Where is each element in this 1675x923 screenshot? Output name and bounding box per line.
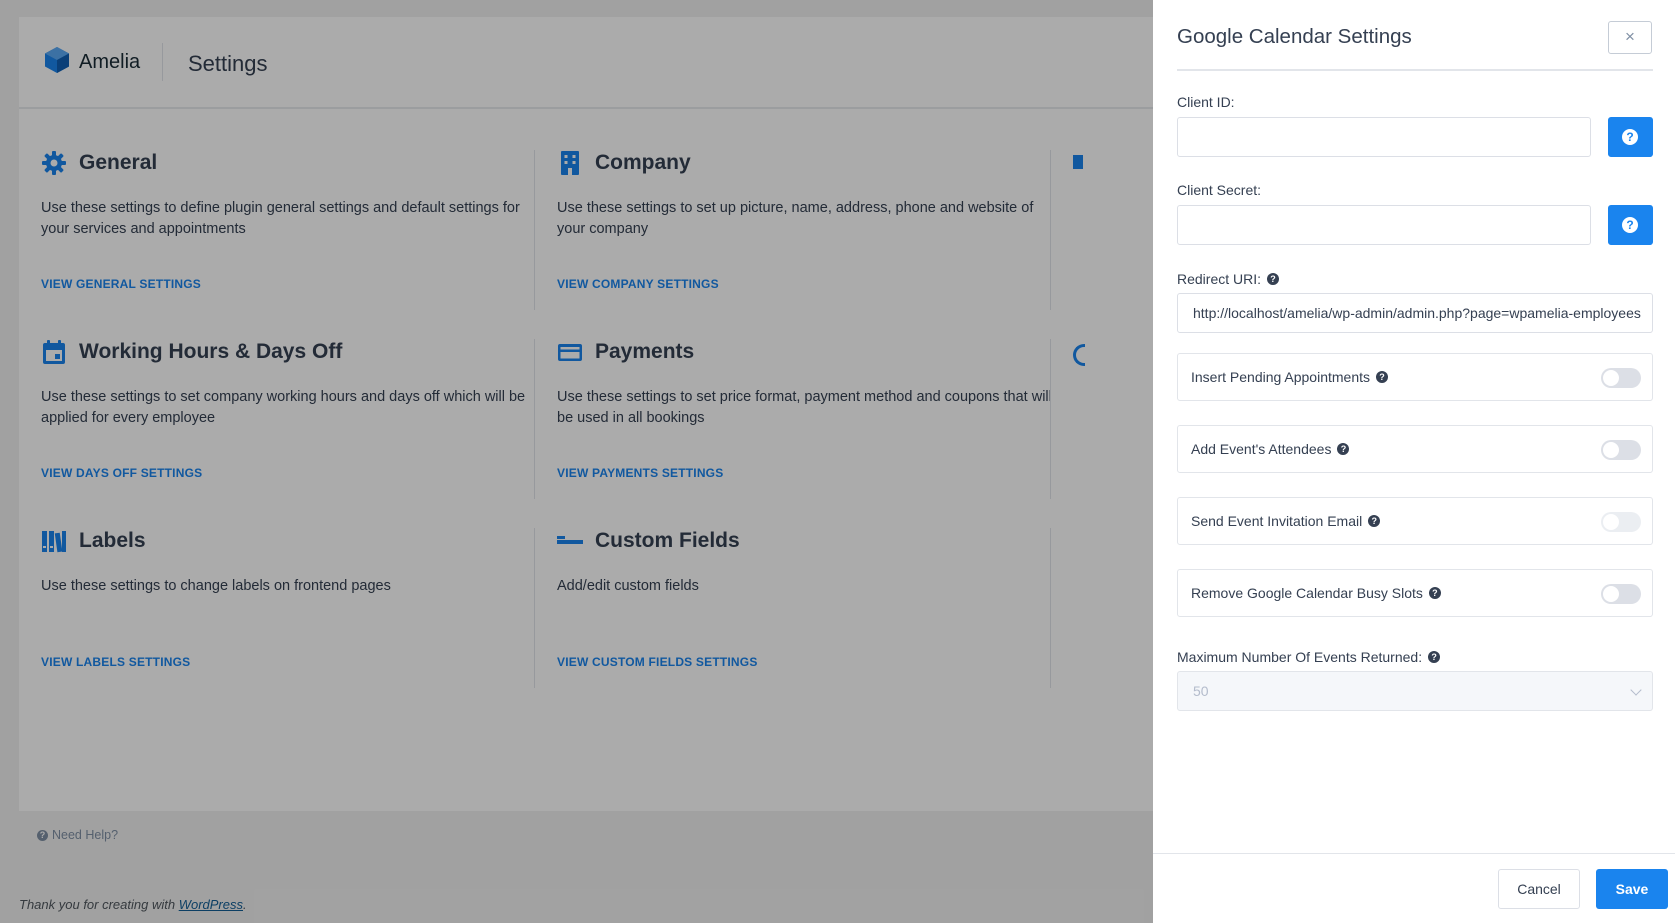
- redirect-uri-label-text: Redirect URI:: [1177, 271, 1262, 287]
- insert-pending-appointments-toggle[interactable]: [1601, 368, 1641, 388]
- client-id-label: Client ID:: [1177, 94, 1235, 110]
- insert-pending-appointments-label: Insert Pending Appointments ?: [1191, 369, 1389, 385]
- panel-footer-divider: [1153, 853, 1675, 854]
- panel-title: Google Calendar Settings: [1177, 25, 1412, 48]
- cancel-button[interactable]: Cancel: [1498, 869, 1580, 909]
- send-event-invitation-label: Send Event Invitation Email ?: [1191, 513, 1381, 529]
- client-secret-help-button[interactable]: ?: [1608, 205, 1653, 245]
- remove-busy-slots-row: Remove Google Calendar Busy Slots ?: [1177, 569, 1653, 617]
- toggle-knob: [1603, 370, 1619, 386]
- chevron-down-icon: [1630, 684, 1642, 696]
- client-secret-label: Client Secret:: [1177, 182, 1261, 198]
- toggle-label-text: Remove Google Calendar Busy Slots: [1191, 585, 1423, 601]
- max-events-label-text: Maximum Number Of Events Returned:: [1177, 649, 1423, 665]
- question-icon[interactable]: ?: [1368, 515, 1381, 527]
- redirect-uri-label: Redirect URI: ?: [1177, 271, 1280, 287]
- question-icon: ?: [1622, 217, 1638, 233]
- question-icon: ?: [1622, 129, 1638, 145]
- close-button[interactable]: ×: [1608, 21, 1652, 54]
- send-event-invitation-toggle[interactable]: [1601, 512, 1641, 532]
- toggle-label-text: Send Event Invitation Email: [1191, 513, 1363, 529]
- question-icon[interactable]: ?: [1337, 443, 1350, 455]
- remove-busy-slots-label: Remove Google Calendar Busy Slots ?: [1191, 585, 1441, 601]
- max-events-label: Maximum Number Of Events Returned: ?: [1177, 649, 1441, 665]
- max-events-select[interactable]: 50: [1177, 671, 1653, 711]
- toggle-label-text: Add Event's Attendees: [1191, 441, 1332, 457]
- toggle-knob: [1603, 514, 1619, 530]
- send-event-invitation-row: Send Event Invitation Email ?: [1177, 497, 1653, 545]
- client-secret-input[interactable]: [1177, 205, 1591, 245]
- remove-busy-slots-toggle[interactable]: [1601, 584, 1641, 604]
- question-icon[interactable]: ?: [1376, 371, 1389, 383]
- client-secret-label-text: Client Secret:: [1177, 182, 1262, 198]
- redirect-uri-field[interactable]: http://localhost/amelia/wp-admin/admin.p…: [1177, 293, 1653, 333]
- add-event-attendees-toggle[interactable]: [1601, 440, 1641, 460]
- toggle-label-text: Insert Pending Appointments: [1191, 369, 1371, 385]
- client-id-label-text: Client ID:: [1177, 94, 1235, 110]
- question-icon[interactable]: ?: [1428, 587, 1441, 599]
- google-calendar-settings-panel: Google Calendar Settings × Client ID: ? …: [1153, 0, 1675, 923]
- client-id-help-button[interactable]: ?: [1608, 117, 1653, 157]
- add-event-attendees-row: Add Event's Attendees ?: [1177, 425, 1653, 473]
- insert-pending-appointments-row: Insert Pending Appointments ?: [1177, 353, 1653, 401]
- save-button[interactable]: Save: [1596, 869, 1668, 909]
- question-icon[interactable]: ?: [1267, 273, 1280, 285]
- close-icon: ×: [1625, 27, 1635, 46]
- question-icon[interactable]: ?: [1428, 651, 1441, 663]
- toggle-knob: [1603, 442, 1619, 458]
- max-events-value: 50: [1193, 683, 1209, 699]
- client-id-input[interactable]: [1177, 117, 1591, 157]
- panel-divider: [1177, 69, 1653, 71]
- add-event-attendees-label: Add Event's Attendees ?: [1191, 441, 1350, 457]
- toggle-knob: [1603, 586, 1619, 602]
